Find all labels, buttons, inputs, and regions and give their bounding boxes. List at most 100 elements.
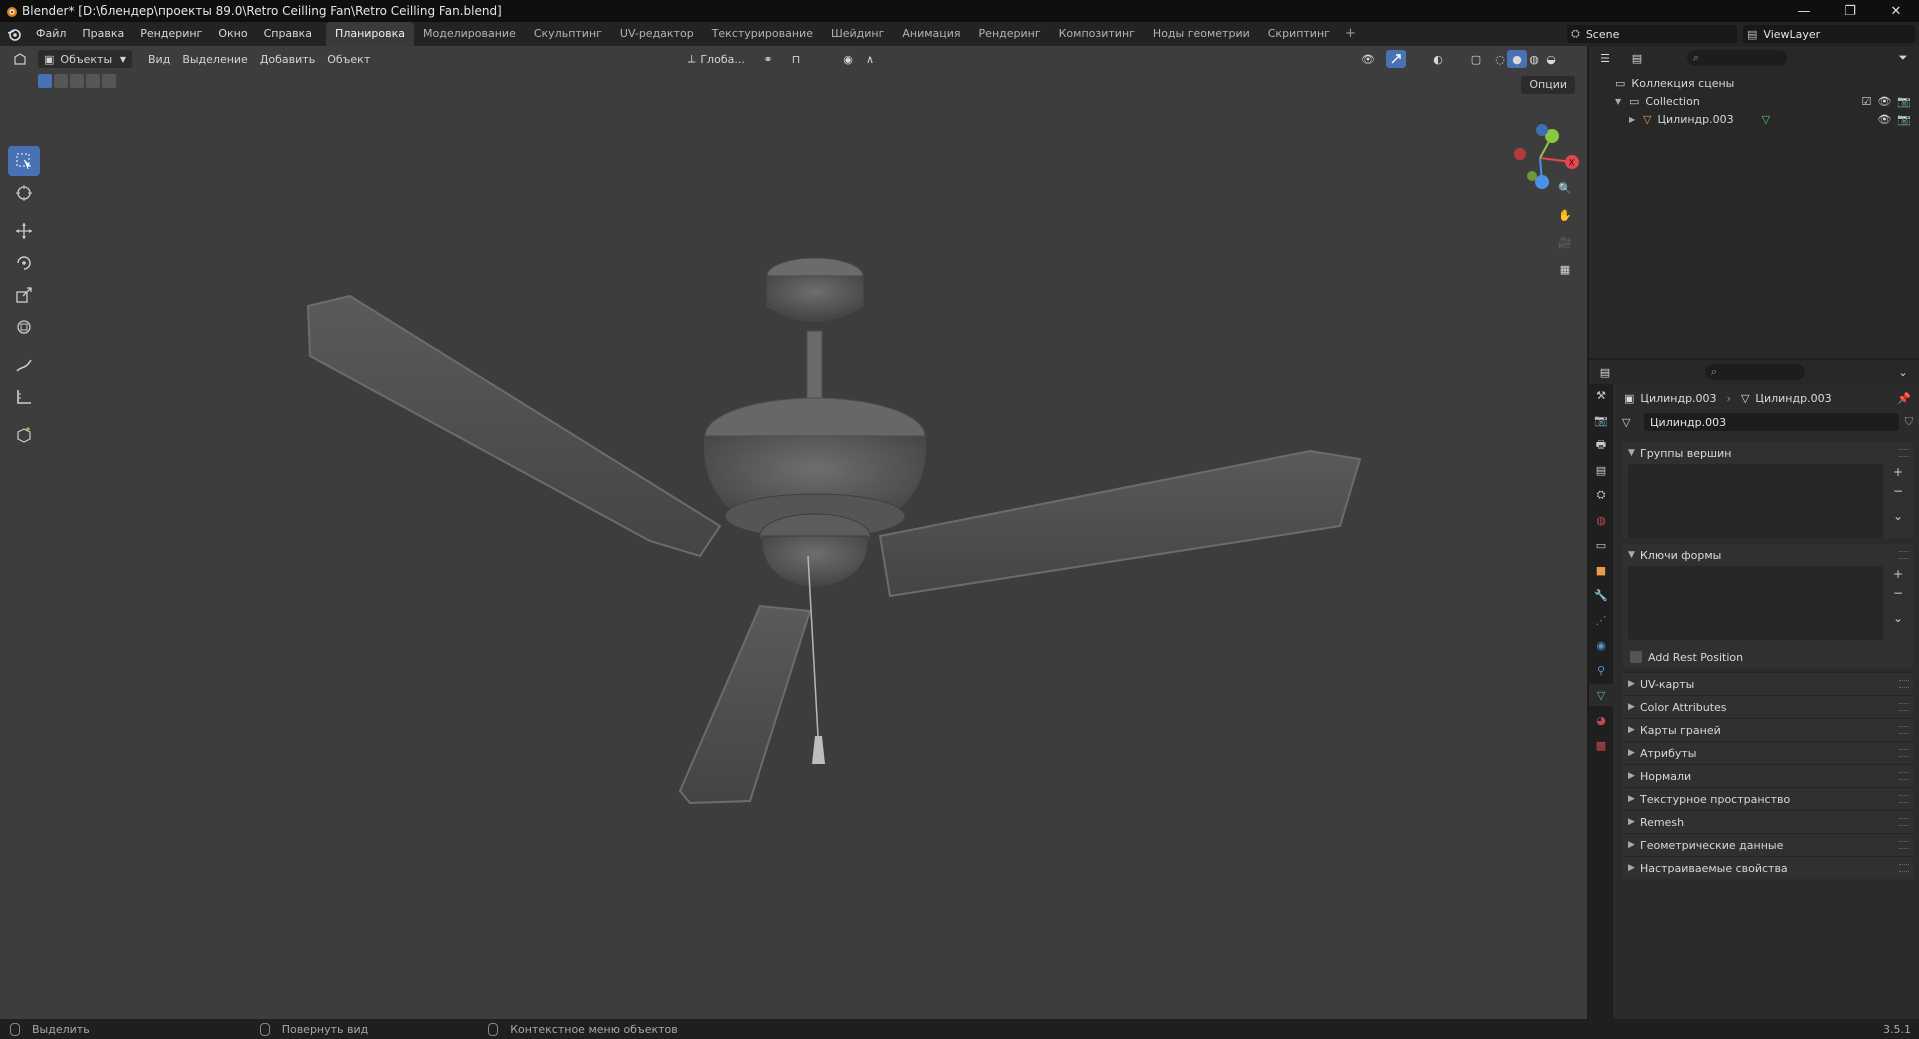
- drag-grip-icon[interactable]: [1899, 772, 1909, 780]
- display-mode-icon[interactable]: ▤: [1627, 49, 1647, 67]
- tab-rendering[interactable]: Рендеринг: [970, 22, 1050, 46]
- panel-uv-maps[interactable]: ▶ UV-карты: [1622, 672, 1913, 695]
- options-dropdown[interactable]: Опции: [1521, 76, 1575, 94]
- add-rest-position-checkbox[interactable]: [1630, 651, 1642, 663]
- fake-user-icon[interactable]: ⛉: [1905, 415, 1913, 429]
- drag-grip-icon[interactable]: [1899, 864, 1909, 872]
- scene-tab-icon[interactable]: ⛭: [1589, 484, 1613, 506]
- properties-search-input[interactable]: ⌕: [1705, 364, 1805, 380]
- eye-icon[interactable]: 👁: [1877, 95, 1891, 108]
- world-tab-icon[interactable]: ◍: [1589, 509, 1613, 531]
- filter-icon[interactable]: ⏷: [1893, 49, 1913, 67]
- overlay-icon[interactable]: ◐: [1428, 50, 1448, 68]
- panel-face-maps[interactable]: ▶ Карты граней: [1622, 718, 1913, 741]
- drag-grip-icon[interactable]: [1899, 703, 1909, 711]
- tab-sculpting[interactable]: Скульптинг: [525, 22, 611, 46]
- select-extend-icon[interactable]: [54, 74, 68, 88]
- pan-hand-icon[interactable]: ✋: [1553, 203, 1577, 227]
- falloff-icon[interactable]: ∧: [860, 50, 880, 68]
- menu-add[interactable]: Добавить: [254, 50, 321, 68]
- camera-view-icon[interactable]: 🎥: [1553, 230, 1577, 254]
- panel-custom-properties[interactable]: ▶ Настраиваемые свойства: [1622, 856, 1913, 879]
- maximize-button[interactable]: ❐: [1827, 0, 1873, 22]
- scene-selector[interactable]: ⛭ Scene: [1567, 25, 1737, 43]
- menu-view[interactable]: Вид: [142, 50, 176, 68]
- outliner-editor-icon[interactable]: ☰: [1595, 49, 1615, 67]
- chevron-down-icon[interactable]: ⌄: [1889, 508, 1907, 524]
- select-subtract-icon[interactable]: [70, 74, 84, 88]
- panel-remesh[interactable]: ▶ Remesh: [1622, 810, 1913, 833]
- add-workspace-button[interactable]: +: [1339, 22, 1362, 46]
- add-cube-tool[interactable]: [8, 420, 40, 450]
- mesh-data-tab-icon[interactable]: ▽: [1589, 684, 1613, 706]
- camera-icon[interactable]: 📷: [1897, 95, 1911, 108]
- chevron-down-icon[interactable]: ⌄: [1889, 610, 1907, 626]
- material-tab-icon[interactable]: ◕: [1589, 709, 1613, 731]
- editor-type-icon[interactable]: [10, 50, 30, 68]
- drag-grip-icon[interactable]: [1899, 749, 1909, 757]
- chevron-down-icon[interactable]: ⌄: [1893, 363, 1913, 381]
- proportional-edit-icon[interactable]: ◉: [838, 50, 858, 68]
- texture-tab-icon[interactable]: ▩: [1589, 734, 1613, 756]
- menu-window[interactable]: Окно: [210, 22, 255, 46]
- outliner-search-input[interactable]: ⌕: [1687, 50, 1787, 66]
- select-intersect-icon[interactable]: [102, 74, 116, 88]
- select-box-tool[interactable]: [8, 146, 40, 176]
- vertex-groups-list[interactable]: + − ⌄: [1628, 464, 1903, 538]
- properties-editor-icon[interactable]: ▤: [1595, 363, 1615, 381]
- menu-render[interactable]: Рендеринг: [132, 22, 210, 46]
- zoom-icon[interactable]: 🔍: [1553, 176, 1577, 200]
- rendered-shading-icon[interactable]: ◒: [1541, 50, 1561, 68]
- drag-grip-icon[interactable]: [1899, 449, 1909, 457]
- 3d-viewport[interactable]: ▣ Объекты ▼ Вид Выделение Добавить Объек…: [0, 46, 1587, 1019]
- tree-row-collection[interactable]: ▼ ▭ Collection ☑ 👁 📷: [1589, 92, 1919, 110]
- tab-compositing[interactable]: Композитинг: [1050, 22, 1144, 46]
- checkbox-icon[interactable]: ☑: [1861, 95, 1871, 108]
- menu-edit[interactable]: Правка: [74, 22, 132, 46]
- eye-icon[interactable]: 👁: [1877, 113, 1891, 126]
- menu-help[interactable]: Справка: [256, 22, 320, 46]
- collection-tab-icon[interactable]: ▭: [1589, 534, 1613, 556]
- move-tool[interactable]: [8, 216, 40, 246]
- tool-tab-icon[interactable]: ⚒: [1589, 384, 1613, 406]
- menu-select[interactable]: Выделение: [176, 50, 254, 68]
- drag-grip-icon[interactable]: [1899, 841, 1909, 849]
- tree-row-scene-collection[interactable]: ▭ Коллекция сцены: [1589, 74, 1919, 92]
- close-button[interactable]: ✕: [1873, 0, 1919, 22]
- panel-normals[interactable]: ▶ Нормали: [1622, 764, 1913, 787]
- output-tab-icon[interactable]: 🖶: [1589, 434, 1613, 456]
- menu-file[interactable]: Файл: [28, 22, 74, 46]
- tab-uv-editing[interactable]: UV-редактор: [611, 22, 703, 46]
- modifier-tab-icon[interactable]: 🔧: [1589, 584, 1613, 606]
- mode-dropdown[interactable]: ▣ Объекты ▼: [38, 50, 132, 68]
- transform-tool[interactable]: [8, 312, 40, 342]
- transform-orientation-dropdown[interactable]: ⟂ Глоба...: [682, 50, 751, 68]
- tab-geometry-nodes[interactable]: Ноды геометрии: [1144, 22, 1259, 46]
- xray-icon[interactable]: ▢: [1466, 50, 1486, 68]
- drag-grip-icon[interactable]: [1899, 795, 1909, 803]
- pivot-point-icon[interactable]: ⚭: [758, 50, 778, 68]
- panel-attributes[interactable]: ▶ Атрибуты: [1622, 741, 1913, 764]
- tab-modeling[interactable]: Моделирование: [414, 22, 525, 46]
- blender-menu-icon[interactable]: [0, 27, 28, 41]
- panel-texture-space[interactable]: ▶ Текстурное пространство: [1622, 787, 1913, 810]
- mesh-browse-icon[interactable]: ▽: [1622, 416, 1644, 429]
- ortho-grid-icon[interactable]: ▦: [1553, 257, 1577, 281]
- constraints-tab-icon[interactable]: ⚲: [1589, 659, 1613, 681]
- vertex-groups-header[interactable]: ▼ Группы вершин: [1622, 442, 1913, 464]
- expand-chevron-icon[interactable]: ▶: [1629, 115, 1643, 124]
- tree-row-object[interactable]: ▶ ▽ Цилиндр.003 ▽ 👁 📷: [1589, 110, 1919, 128]
- panel-geometry-data[interactable]: ▶ Геометрические данные: [1622, 833, 1913, 856]
- drag-grip-icon[interactable]: [1899, 551, 1909, 559]
- select-invert-icon[interactable]: [86, 74, 100, 88]
- tab-texture-paint[interactable]: Текстурирование: [703, 22, 822, 46]
- pin-icon[interactable]: 📌: [1897, 392, 1911, 405]
- render-tab-icon[interactable]: 📷: [1589, 409, 1613, 431]
- shape-keys-list[interactable]: + − ⌄: [1628, 566, 1903, 640]
- physics-tab-icon[interactable]: ◉: [1589, 634, 1613, 656]
- add-icon[interactable]: +: [1889, 566, 1907, 582]
- measure-tool[interactable]: [8, 382, 40, 412]
- view-layer-tab-icon[interactable]: ▤: [1589, 459, 1613, 481]
- panel-color-attributes[interactable]: ▶ Color Attributes: [1622, 695, 1913, 718]
- annotate-tool[interactable]: [8, 350, 40, 380]
